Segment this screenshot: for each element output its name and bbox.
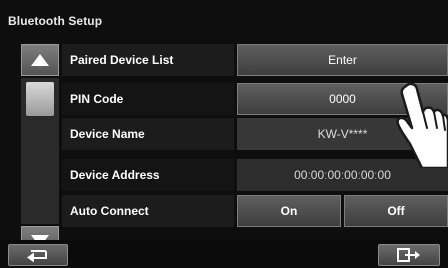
- scroll-up-button[interactable]: [21, 44, 59, 76]
- row-label-device-name: Device Name: [62, 118, 234, 150]
- back-arrow-icon: [27, 250, 47, 262]
- page-title: Bluetooth Setup: [8, 14, 103, 28]
- hand-pointer-icon: [396, 82, 448, 168]
- row-label-paired-device-list: Paired Device List: [62, 44, 234, 76]
- scroll-track[interactable]: [21, 78, 59, 224]
- back-button[interactable]: [8, 244, 68, 266]
- exit-icon: [397, 248, 420, 262]
- paired-device-list-enter-button[interactable]: Enter: [237, 44, 448, 76]
- exit-button[interactable]: [378, 244, 440, 266]
- scrollbar[interactable]: [21, 44, 59, 256]
- scroll-thumb[interactable]: [26, 82, 54, 116]
- row-label-device-address: Device Address: [62, 159, 234, 191]
- bluetooth-setup-screen: Bluetooth Setup Paired Device List Enter…: [0, 0, 448, 268]
- bottom-bar: [0, 240, 448, 268]
- auto-connect-on-button[interactable]: On: [237, 195, 341, 227]
- row-label-auto-connect: Auto Connect: [62, 195, 234, 227]
- triangle-up-icon: [31, 54, 49, 66]
- auto-connect-off-button[interactable]: Off: [344, 195, 448, 227]
- row-label-pin-code: PIN Code: [62, 83, 234, 115]
